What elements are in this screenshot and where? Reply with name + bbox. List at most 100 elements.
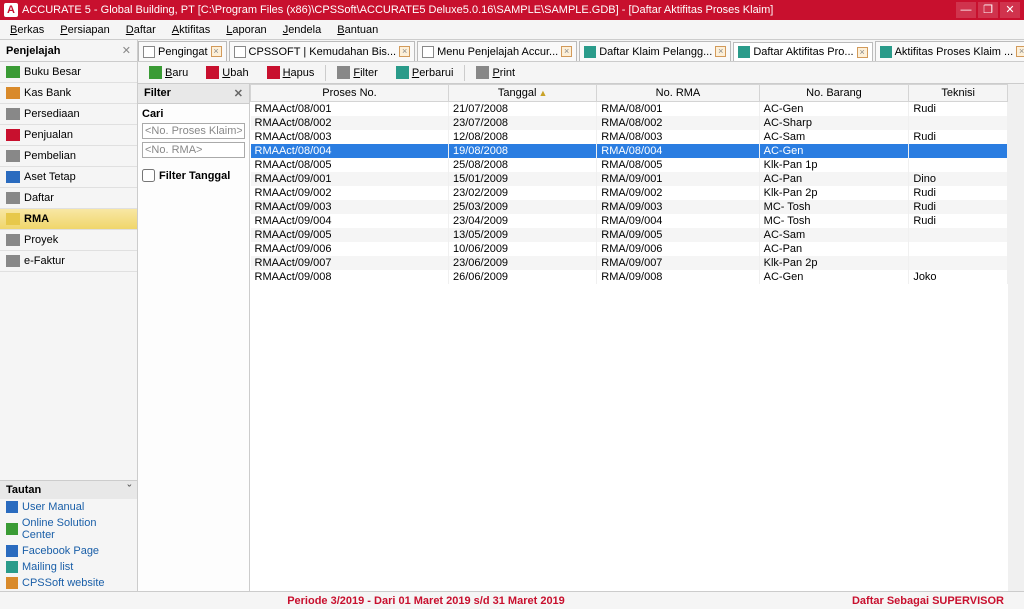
window-title: ACCURATE 5 - Global Building, PT [C:\Pro… (22, 4, 956, 16)
nav-item[interactable]: Pembelian (0, 146, 137, 167)
tab-close-icon[interactable]: × (399, 46, 410, 57)
toolbar-print-button[interactable]: Print (469, 63, 522, 82)
column-header[interactable]: No. RMA (597, 85, 759, 102)
link-item[interactable]: User Manual (0, 499, 137, 515)
toolbar-filter-button[interactable]: Filter (330, 63, 384, 82)
table-row[interactable]: RMAAct/09/00723/06/2009RMA/09/007Klk-Pan… (251, 256, 1008, 270)
toolbar-new-button[interactable]: Baru (142, 63, 195, 82)
table-row[interactable]: RMAAct/09/00115/01/2009RMA/09/001AC-PanD… (251, 172, 1008, 186)
table-cell (909, 144, 1008, 158)
tab[interactable]: Aktifitas Proses Klaim ...× (875, 41, 1024, 61)
table-row[interactable]: RMAAct/09/00513/05/2009RMA/09/005AC-Sam (251, 228, 1008, 242)
tab-icon (422, 46, 434, 58)
tab[interactable]: Pengingat× (138, 41, 227, 61)
menu-ktifitas[interactable]: Aktifitas (166, 22, 217, 38)
table-row[interactable]: RMAAct/08/00419/08/2008RMA/08/004AC-Gen (251, 144, 1008, 158)
minimize-button[interactable]: — (956, 2, 976, 18)
table-row[interactable]: RMAAct/09/00423/04/2009RMA/09/004MC- Tos… (251, 214, 1008, 228)
tab-close-icon[interactable]: × (561, 46, 572, 57)
nav-item[interactable]: Kas Bank (0, 83, 137, 104)
menu-antuan[interactable]: Bantuan (331, 22, 384, 38)
filter-tanggal-box[interactable] (142, 169, 155, 182)
menu-endela[interactable]: Jendela (277, 22, 328, 38)
link-icon (6, 523, 18, 535)
nav-item[interactable]: Persediaan (0, 104, 137, 125)
table-cell: RMA/08/005 (597, 158, 759, 172)
data-grid[interactable]: Proses No.Tanggal▲No. RMANo. BarangTekni… (250, 84, 1008, 591)
status-period: Periode 3/2019 - Dari 01 Maret 2019 s/d … (0, 595, 852, 607)
toolbar-edit-button[interactable]: Ubah (199, 63, 255, 82)
nav-item[interactable]: Aset Tetap (0, 167, 137, 188)
column-header[interactable]: No. Barang (759, 85, 909, 102)
menu-aftar[interactable]: Daftar (120, 22, 162, 38)
toolbar: BaruUbah Hapus Filter Perbarui Print (138, 62, 1024, 84)
column-header[interactable]: Proses No. (251, 85, 449, 102)
link-item[interactable]: Facebook Page (0, 543, 137, 559)
table-row[interactable]: RMAAct/08/00121/07/2008RMA/08/001AC-GenR… (251, 102, 1008, 117)
table-row[interactable]: RMAAct/09/00325/03/2009RMA/09/003MC- Tos… (251, 200, 1008, 214)
nav-item[interactable]: Penjualan (0, 125, 137, 146)
nav-item[interactable]: Proyek (0, 230, 137, 251)
close-button[interactable]: ✕ (1000, 2, 1020, 18)
table-cell: Rudi (909, 102, 1008, 117)
column-header[interactable]: Tanggal▲ (449, 85, 597, 102)
table-cell: 15/01/2009 (449, 172, 597, 186)
tab[interactable]: CPSSOFT | Kemudahan Bis...× (229, 41, 416, 61)
menu-erkas[interactable]: Berkas (4, 22, 50, 38)
menu-ersiapan[interactable]: Persiapan (54, 22, 116, 38)
table-cell: RMA/09/001 (597, 172, 759, 186)
nav-item[interactable]: Daftar (0, 188, 137, 209)
link-icon (6, 545, 18, 557)
nav-item[interactable]: e-Faktur (0, 251, 137, 272)
column-header[interactable]: Teknisi (909, 85, 1008, 102)
table-row[interactable]: RMAAct/08/00312/08/2008RMA/08/003AC-SamR… (251, 130, 1008, 144)
maximize-button[interactable]: ❐ (978, 2, 998, 18)
tab[interactable]: Daftar Aktifitas Pro...× (733, 42, 872, 61)
menu-aporan[interactable]: Laporan (220, 22, 272, 38)
tab-close-icon[interactable]: × (211, 46, 222, 57)
table-row[interactable]: RMAAct/09/00826/06/2009RMA/09/008AC-GenJ… (251, 270, 1008, 284)
table-cell (909, 256, 1008, 270)
nav-item[interactable]: RMA (0, 209, 137, 230)
table-row[interactable]: RMAAct/09/00610/06/2009RMA/09/006AC-Pan (251, 242, 1008, 256)
table-cell: RMAAct/08/001 (251, 102, 449, 117)
link-item[interactable]: CPSSoft website (0, 575, 137, 591)
content-area: BaruUbah Hapus Filter Perbarui Print Filter … (138, 62, 1024, 591)
tab-close-icon[interactable]: × (857, 47, 868, 58)
nav-icon (6, 87, 20, 99)
table-row[interactable]: RMAAct/09/00223/02/2009RMA/09/002Klk-Pan… (251, 186, 1008, 200)
vertical-scrollbar[interactable] (1008, 84, 1024, 591)
table-cell: AC-Pan (759, 172, 909, 186)
explorer-close-icon[interactable]: ✕ (122, 44, 131, 57)
table-cell (909, 116, 1008, 130)
filter-close-icon[interactable]: ✕ (234, 87, 243, 100)
titlebar: A ACCURATE 5 - Global Building, PT [C:\P… (0, 0, 1024, 20)
table-cell: RMA/08/004 (597, 144, 759, 158)
link-item[interactable]: Mailing list (0, 559, 137, 575)
nav-item[interactable]: Buku Besar (0, 62, 137, 83)
nav-icon (6, 108, 20, 120)
table-cell: RMAAct/09/002 (251, 186, 449, 200)
toolbar-separator (464, 65, 465, 81)
table-cell: RMAAct/09/008 (251, 270, 449, 284)
filter-rma-input[interactable] (142, 142, 245, 158)
table-row[interactable]: RMAAct/08/00223/07/2008RMA/08/002AC-Shar… (251, 116, 1008, 130)
tab-close-icon[interactable]: × (1016, 46, 1024, 57)
table-cell: Rudi (909, 186, 1008, 200)
tab-close-icon[interactable]: × (715, 46, 726, 57)
filter-proses-input[interactable] (142, 123, 245, 139)
links-header[interactable]: Tautanˇ (0, 480, 137, 499)
table-cell: RMA/08/003 (597, 130, 759, 144)
table-cell: RMA/09/006 (597, 242, 759, 256)
toolbar-refresh-button[interactable]: Perbarui (389, 63, 461, 82)
tab-icon (234, 46, 246, 58)
filter-tanggal-checkbox[interactable]: Filter Tanggal (142, 169, 245, 182)
table-row[interactable]: RMAAct/08/00525/08/2008RMA/08/005Klk-Pan… (251, 158, 1008, 172)
table-cell: MC- Tosh (759, 214, 909, 228)
table-cell: RMAAct/09/006 (251, 242, 449, 256)
link-item[interactable]: Online Solution Center (0, 515, 137, 543)
tab[interactable]: Menu Penjelajah Accur...× (417, 41, 577, 61)
toolbar-delete-button[interactable]: Hapus (260, 63, 322, 82)
table-cell: 23/04/2009 (449, 214, 597, 228)
tab[interactable]: Daftar Klaim Pelangg...× (579, 41, 731, 61)
